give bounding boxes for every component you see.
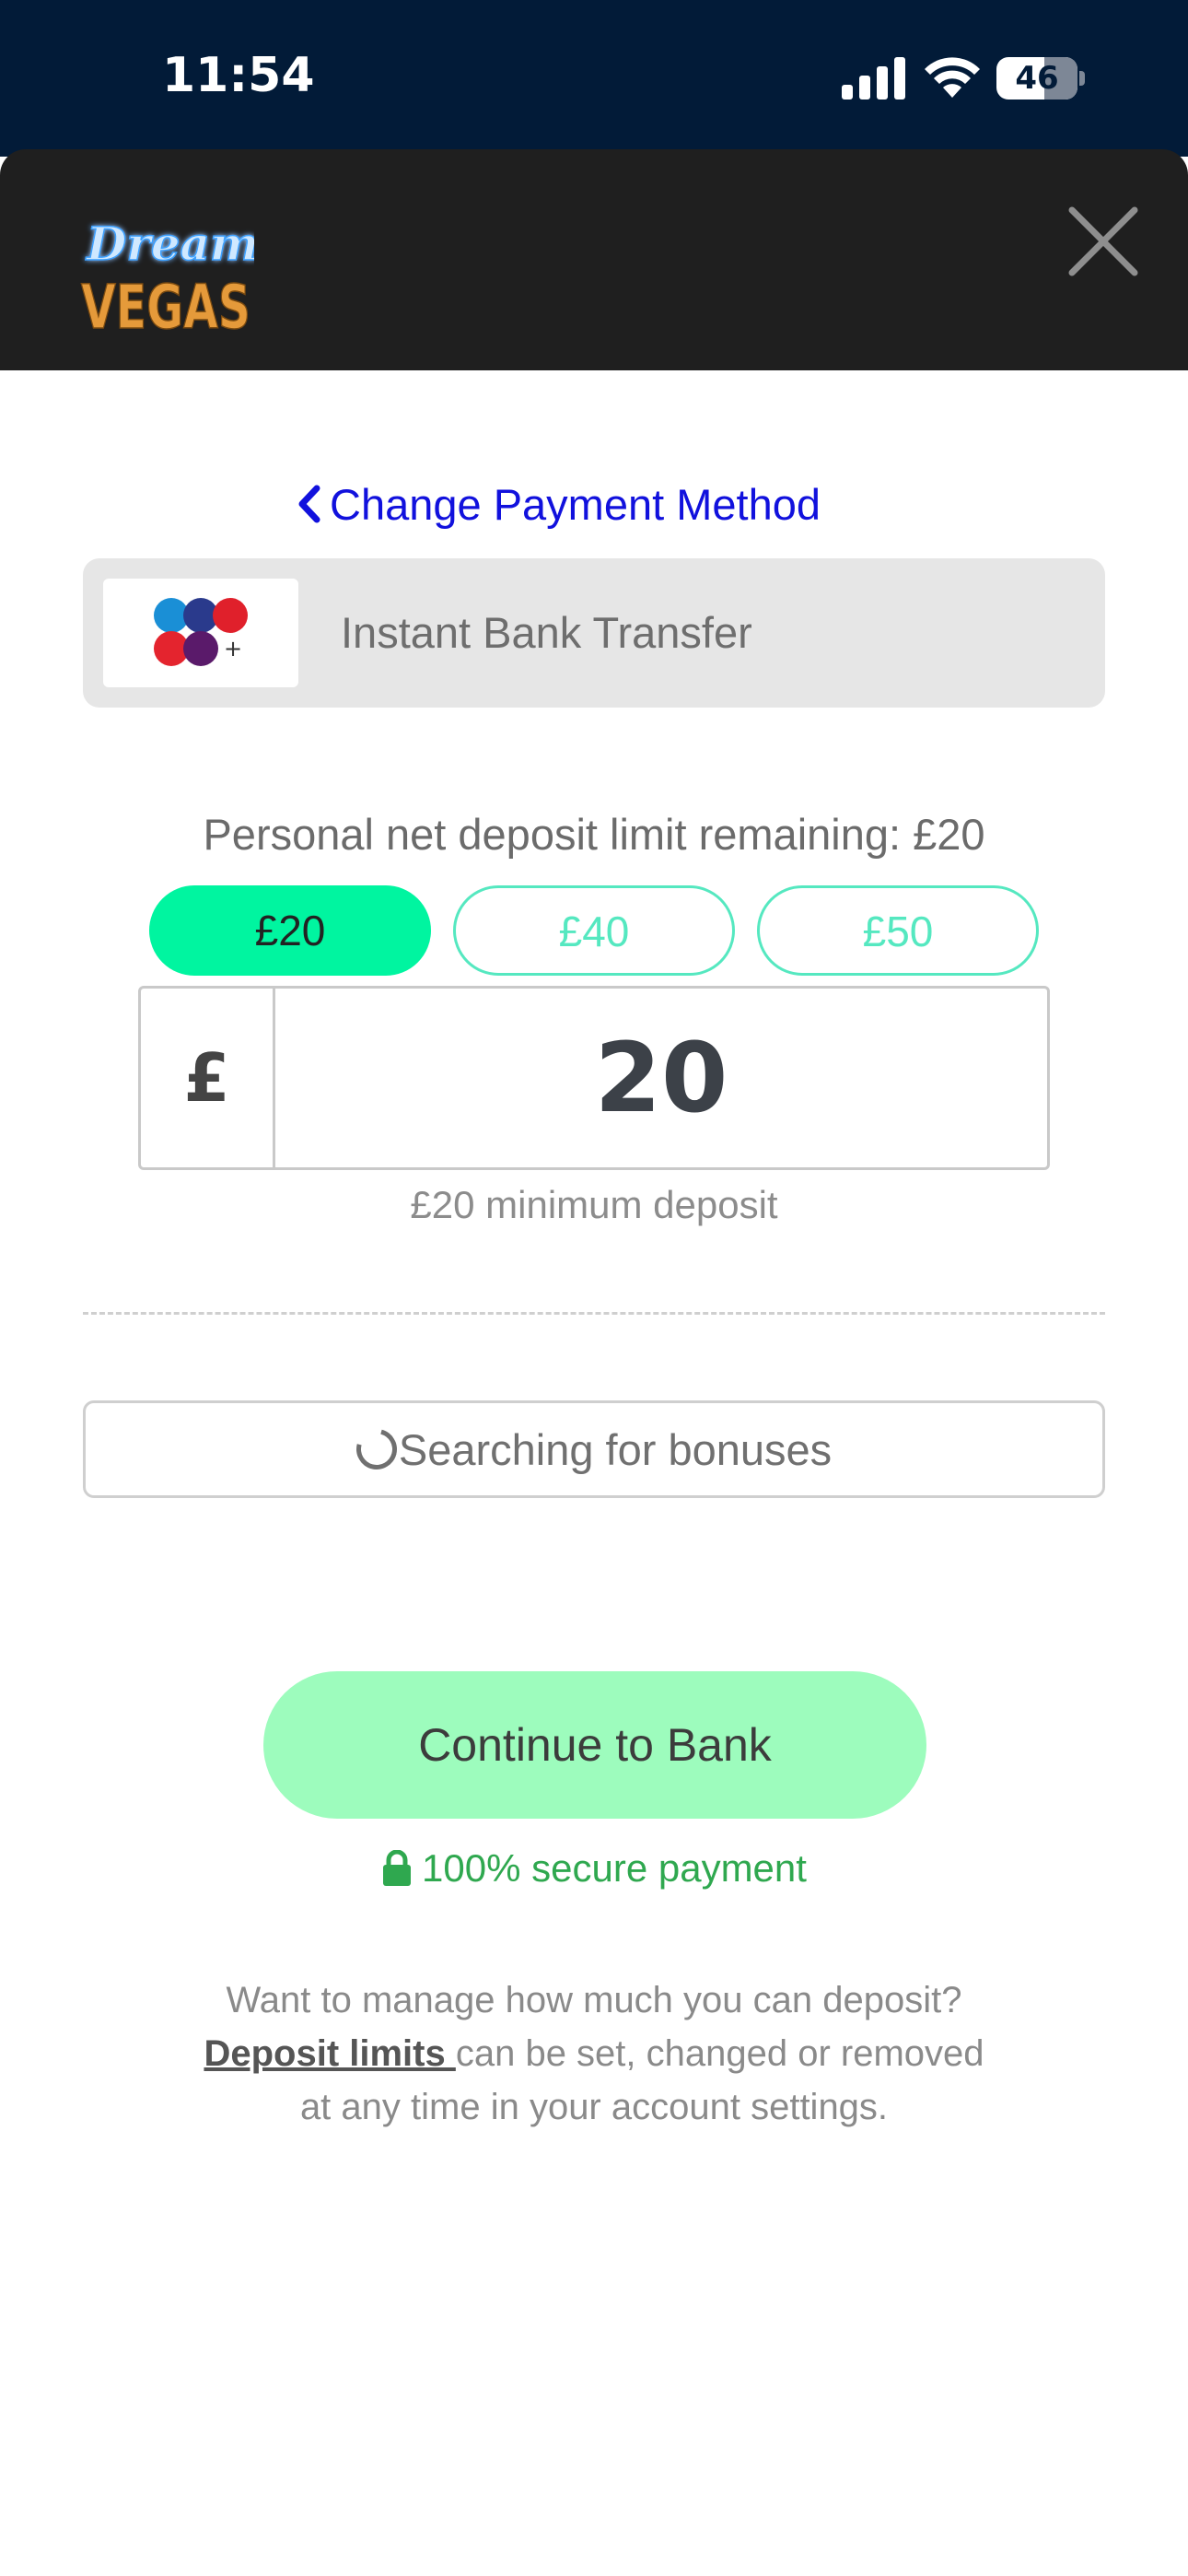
- amount-chip-20[interactable]: £20: [149, 885, 431, 976]
- secure-payment-note: 100% secure payment: [0, 1846, 1188, 1891]
- svg-text:+: +: [224, 636, 242, 662]
- amount-chip-40[interactable]: £40: [453, 885, 735, 976]
- deposit-amount-value[interactable]: 20: [275, 989, 1047, 1167]
- bonus-search-label: Searching for bonuses: [398, 1424, 833, 1474]
- bank-logos: +: [103, 579, 298, 687]
- close-icon[interactable]: [1065, 203, 1142, 280]
- deposit-limits-link[interactable]: Deposit limits: [204, 2033, 455, 2074]
- minimum-deposit-note: £20 minimum deposit: [410, 1183, 778, 1226]
- loading-spinner-icon: [348, 1421, 404, 1478]
- deposit-amount-input[interactable]: £ 20: [138, 986, 1050, 1170]
- deposit-limits-line3: at any time in your account settings.: [299, 2087, 889, 2127]
- section-divider: [83, 1312, 1105, 1315]
- chevron-left-icon: [298, 485, 320, 523]
- battery-icon: 46: [996, 57, 1085, 100]
- lock-icon: [383, 1850, 412, 1886]
- dream-vegas-logo: Dream VEGAS: [80, 216, 254, 335]
- signal-icon: [842, 57, 905, 100]
- svg-text:VEGAS: VEGAS: [81, 272, 250, 335]
- payment-method-name: Instant Bank Transfer: [341, 608, 752, 657]
- wifi-icon: [925, 57, 980, 98]
- secure-payment-label: 100% secure payment: [422, 1846, 807, 1890]
- status-time: 11:54: [162, 48, 315, 103]
- status-bar: 11:54 46: [0, 0, 1188, 157]
- bank-logos-icon: +: [154, 598, 248, 666]
- deposit-limits-line1: Want to manage how much you can deposit?: [226, 1980, 962, 2020]
- deposit-limits-info: Want to manage how much you can deposit?…: [0, 1973, 1188, 2134]
- amount-chip-50[interactable]: £50: [757, 885, 1039, 976]
- currency-symbol: £: [141, 989, 275, 1167]
- bonus-search-box: Searching for bonuses: [83, 1400, 1105, 1498]
- change-payment-method-link[interactable]: Change Payment Method: [293, 475, 821, 533]
- deposit-limits-line2-rest: can be set, changed or removed: [455, 2033, 984, 2074]
- app-header: Dream VEGAS: [0, 149, 1188, 370]
- continue-to-bank-button[interactable]: Continue to Bank: [263, 1671, 926, 1819]
- svg-text:Dream: Dream: [85, 217, 254, 271]
- deposit-limit-remaining: Personal net deposit limit remaining: £2…: [203, 810, 985, 859]
- change-payment-method-label: Change Payment Method: [330, 479, 821, 529]
- deposit-limits-line2: Deposit limits can be set, changed or re…: [0, 2027, 1188, 2080]
- payment-method-card[interactable]: + Instant Bank Transfer: [83, 558, 1105, 708]
- battery-level: 46: [1015, 60, 1059, 97]
